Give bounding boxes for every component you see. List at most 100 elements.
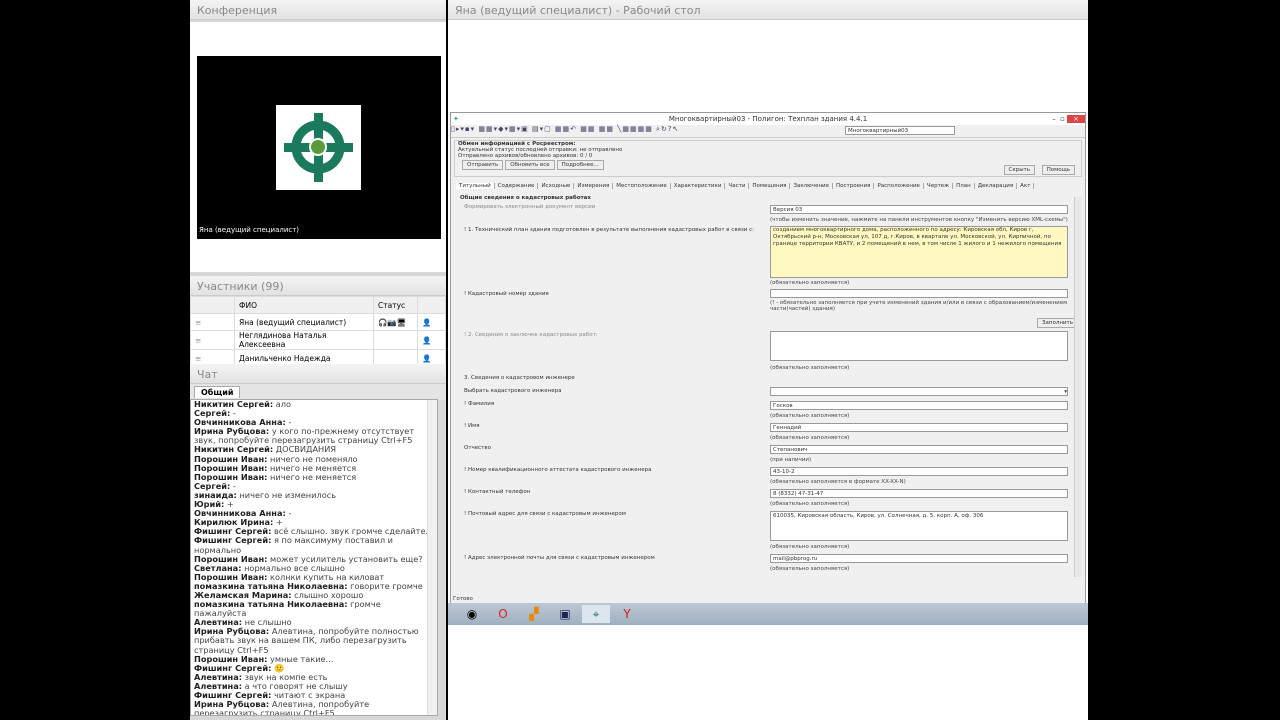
opera-icon[interactable]: O [489, 605, 517, 623]
send-button[interactable]: Отправить [462, 160, 504, 170]
cadnum-label: ! Кадастровый номер здания [464, 291, 549, 297]
tab-5[interactable]: Характеристики [671, 183, 726, 189]
tab-11[interactable]: Чертеж [924, 183, 954, 189]
surname-label: ! Фамилия [464, 401, 495, 407]
name-label: ! Имя [464, 423, 480, 429]
participant-row[interactable]: ≡ Яна (ведущий специалист) 🎧📷🖥 👤 [190, 313, 446, 331]
yandex-browser-icon[interactable]: Y [613, 605, 641, 623]
patronymic-field[interactable]: Степанович [770, 445, 1068, 454]
document-name-field[interactable]: Многоквартирный03 [845, 126, 955, 135]
form-scrollbar[interactable] [1074, 197, 1082, 577]
toolbar-icons[interactable]: ▯▸▾▪▾ ▦▦▾◆▾▦▾▣ ▤▾▢ ▦▦↶ ▦▦ ▦▦ ╲▦▦▦▦ ⌕↻?↖ [451, 125, 679, 133]
user-icon: 👤 [417, 330, 446, 350]
maximize-button[interactable]: ▫ [1060, 115, 1065, 123]
polygon-logo [276, 105, 361, 190]
tab-13[interactable]: Декларация [975, 183, 1018, 189]
hide-button[interactable]: Скрыть [1003, 165, 1035, 175]
col-status[interactable]: Статус [373, 296, 418, 314]
cadnum-field[interactable] [770, 289, 1068, 298]
help-button[interactable]: Помощь [1041, 165, 1075, 175]
conclusion-field[interactable] [770, 331, 1068, 361]
message-text: - [288, 508, 292, 519]
tab-8[interactable]: Заключение [790, 183, 834, 189]
chat-message: Ирина Рубцова: Алевтина, попробуйте пере… [194, 700, 434, 715]
tab-2[interactable]: Исходные [538, 183, 575, 189]
menu-icon[interactable]: ≡ [190, 313, 235, 331]
video-feed: Яна (ведущий специалист) [197, 56, 441, 239]
desktop-panel: Яна (ведущий специалист) - Рабочий стол … [448, 0, 1088, 720]
required-hint: (обязательно заполняется) [770, 501, 850, 507]
tab-6[interactable]: Части [725, 183, 750, 189]
polygon-icon[interactable]: ⌖ [582, 605, 610, 623]
if-any-hint: (при наличии) [770, 457, 812, 463]
user-icon: 👤 [417, 313, 446, 331]
chat-scrollbar[interactable] [427, 400, 437, 715]
required-hint: (обязательно заполняется) [770, 280, 850, 286]
phone-label: ! Контактный телефон [464, 489, 531, 495]
tab-3[interactable]: Измерения [574, 183, 614, 189]
required-hint: (обязательно заполняется) [770, 566, 850, 572]
conference-header: Конференция [190, 0, 446, 20]
save-icon[interactable]: ▣ [551, 605, 579, 623]
cert-field[interactable]: 43-10-2 [770, 467, 1068, 476]
app-window: ✦ Многоквартирный03 - Полигон: Техплан з… [450, 112, 1086, 604]
fill-button[interactable]: Заполнить [1037, 318, 1074, 328]
tab-12[interactable]: План [953, 183, 975, 189]
message-text: ничего не изменилось [239, 489, 337, 500]
required-hint: (обязательно заполняется) [770, 413, 850, 419]
engineer-select[interactable]: ▾ [770, 387, 1068, 396]
address-label: ! Почтовый адрес для связи с кадастровым… [464, 511, 626, 517]
status-bar: Готово [453, 596, 473, 602]
chat-message: Ирина Рубцова: Алевтина, попробуйте полн… [194, 627, 434, 654]
minimize-button[interactable]: – [1052, 115, 1056, 123]
name-field[interactable]: Геннадий [770, 423, 1068, 432]
tab-general[interactable]: Общий [194, 386, 241, 398]
participant-row[interactable]: ≡ Неглядинова Наталья Алексеевна 👤 [190, 330, 446, 350]
chat-log: Никитин Сергей: ало Сергей: - Овчинникова … [190, 399, 438, 716]
chat-message: Фишинг Сергей: я по максимуму поставил и… [194, 536, 434, 554]
windows-explorer-icon[interactable]: ▞ [520, 605, 548, 623]
section-title: Общие сведения о кадастровых работах [460, 195, 591, 201]
left-panel: Конференция Яна (ведущий специалист) Уча… [190, 0, 446, 720]
required-hint: (обязательно заполняется) [770, 544, 850, 550]
close-button[interactable]: × [1067, 115, 1085, 123]
patronymic-label: Отчество [464, 445, 492, 451]
address-field[interactable]: 610035, Кировская область, Киров, ул. Со… [770, 511, 1068, 541]
update-all-button[interactable]: Обновить все [505, 160, 555, 170]
chat-message: Ирина Рубцова: у кого по-прежнему отсутс… [194, 427, 434, 445]
tab-10[interactable]: Расположение [874, 183, 924, 189]
form-area: Общие сведения о кадастровых работах Фор… [454, 194, 1074, 579]
desktop-header: Яна (ведущий специалист) - Рабочий стол [448, 0, 1088, 20]
version-hint: (чтобы изменить значение, нажмите на пан… [770, 217, 1068, 223]
email-field[interactable]: mail@pbprog.ru [770, 554, 1068, 563]
version-field[interactable]: Версия 03 [770, 205, 1068, 214]
reason-field[interactable]: созданием многоквартирного дома, располо… [770, 226, 1068, 278]
email-label: ! Адрес электронной почты для связи с ка… [464, 555, 655, 561]
tab-7[interactable]: Помещения [749, 183, 791, 189]
window-controls: – ▫ × [1052, 113, 1085, 125]
col-name[interactable]: ФИО [234, 296, 374, 314]
tab-bar: Титульный Содержание Исходные Измерения Мест… [456, 183, 1035, 189]
tab-4[interactable]: Местоположение [613, 183, 671, 189]
message-text: ало [275, 399, 292, 409]
cert-hint: (обязательно заполняется в формате XX-XX… [770, 479, 906, 485]
cadnum-hint: (! - обязательно заполняется при учете и… [770, 300, 1068, 312]
menu-icon[interactable]: ≡ [190, 330, 235, 350]
choose-engineer-label: Выбрать кадастрового инженера [464, 388, 562, 394]
tab-14[interactable]: Акт [1017, 183, 1035, 189]
tab-9[interactable]: Построения [833, 183, 875, 189]
participants-header: Участники (99) [190, 276, 446, 296]
chrome-icon[interactable]: ◉ [458, 605, 486, 623]
phone-field[interactable]: 8 (8332) 47-31-47 [770, 489, 1068, 498]
version-label: Формировать электронный документ версии [464, 204, 596, 210]
conclusion-label: ! 2. Сведения о заключке кадастровых раб… [464, 332, 598, 338]
surname-field[interactable]: Госков [770, 401, 1068, 410]
tab-0[interactable]: Титульный [456, 183, 495, 189]
chat-message: помазкина татьяна Николаевна: громче паж… [194, 599, 434, 618]
details-button[interactable]: Подробнее... [556, 160, 604, 170]
exchange-panel: Обмен информацией с Росреестром: Актуаль… [454, 140, 1082, 177]
message-text: ничего не меняется [270, 471, 357, 482]
toolbar: ▯▸▾▪▾ ▦▦▾◆▾▦▾▣ ▤▾▢ ▦▦↶ ▦▦ ▦▦ ╲▦▦▦▦ ⌕↻?↖ … [451, 125, 1085, 138]
tab-1[interactable]: Содержание [495, 183, 539, 189]
required-hint: (обязательно заполняется) [770, 435, 850, 441]
